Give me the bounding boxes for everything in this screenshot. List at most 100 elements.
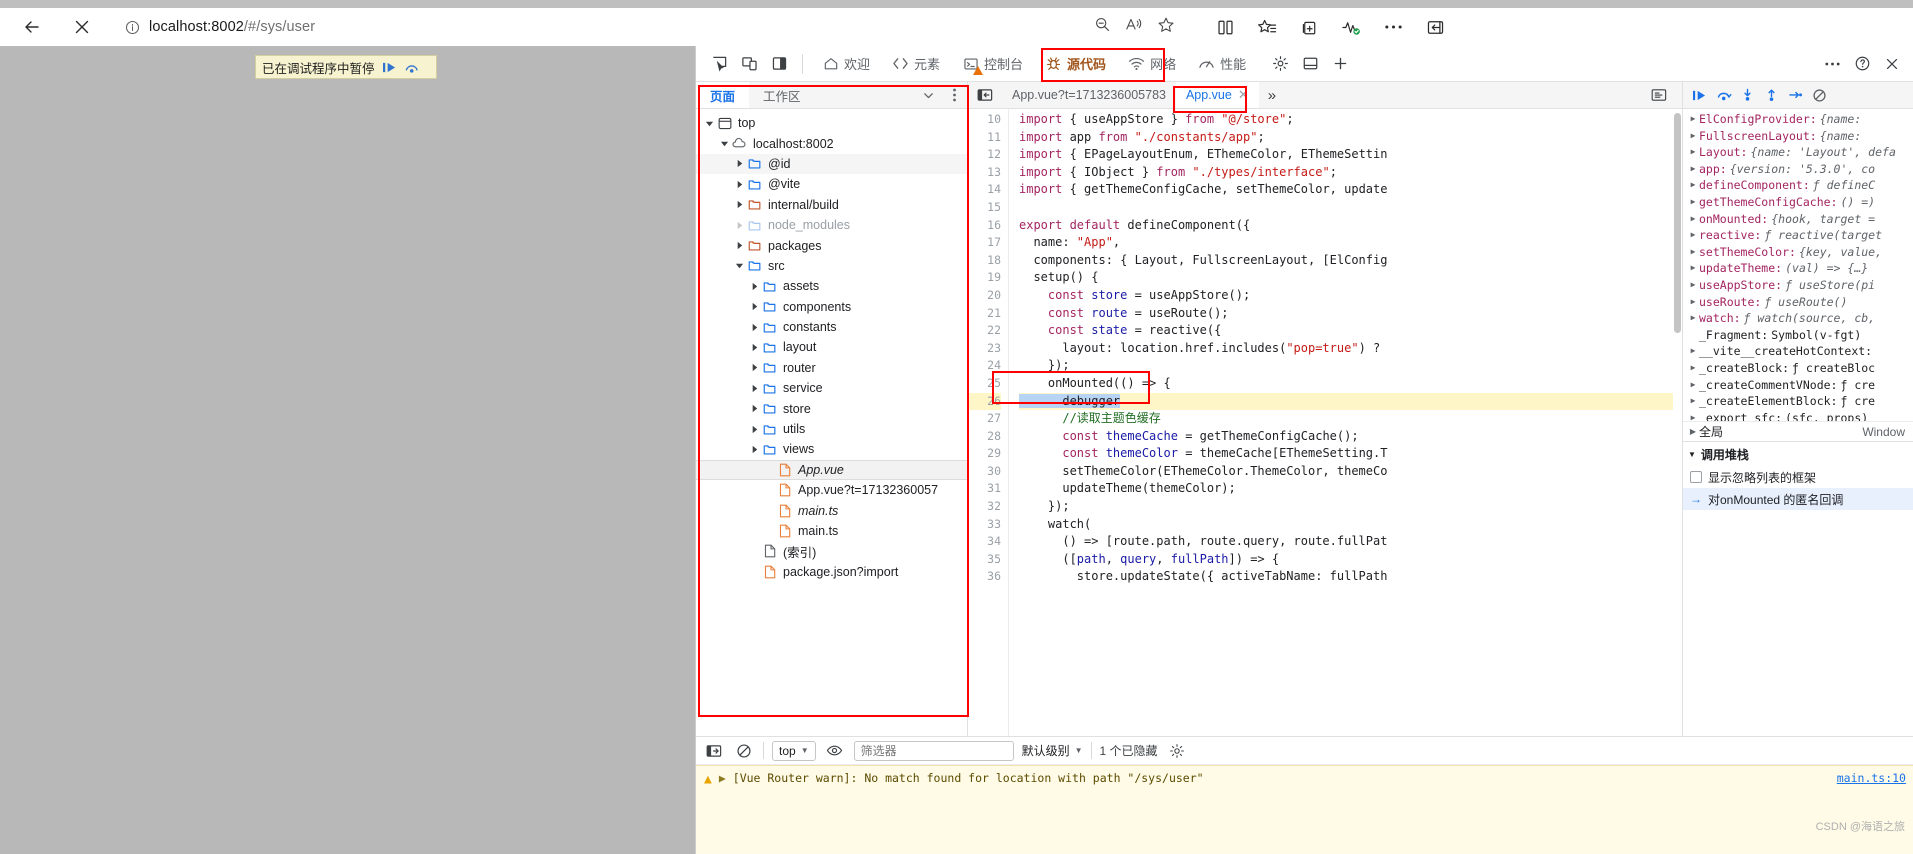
help-question-icon[interactable] bbox=[1847, 50, 1877, 78]
tree-item--vite[interactable]: @vite bbox=[696, 174, 967, 194]
line-number[interactable]: 31 bbox=[968, 480, 1001, 498]
read-aloud-icon[interactable] bbox=[1125, 16, 1143, 38]
tree-item-src[interactable]: src bbox=[696, 256, 967, 276]
code-line[interactable]: onMounted(() => { bbox=[1019, 375, 1682, 393]
scope-variable-row[interactable]: ▶ watch: ƒ watch(source, cb, bbox=[1683, 310, 1913, 327]
call-frame-row[interactable]: → 对onMounted 的匿名回调 bbox=[1683, 488, 1913, 510]
code-line[interactable]: setup() { bbox=[1019, 269, 1682, 287]
tree-item-utils[interactable]: utils bbox=[696, 419, 967, 439]
chevron-down-icon[interactable] bbox=[915, 82, 941, 108]
nav-tab-workspace[interactable]: 工作区 bbox=[749, 82, 815, 108]
chevron-right-icon[interactable]: ▶ bbox=[1687, 177, 1699, 194]
twisty-icon[interactable] bbox=[702, 119, 716, 128]
clear-console-icon[interactable] bbox=[733, 740, 755, 762]
scope-variable-row[interactable]: ▶ _createElementBlock: ƒ cre bbox=[1683, 393, 1913, 410]
code-line[interactable]: }); bbox=[1019, 357, 1682, 375]
tree-item-packages[interactable]: packages bbox=[696, 235, 967, 255]
code-line[interactable]: import { useAppStore } from "@/store"; bbox=[1019, 111, 1682, 129]
tab-performance[interactable]: 性能 bbox=[1187, 46, 1257, 82]
tree-item-assets[interactable]: assets bbox=[696, 276, 967, 296]
chevron-right-icon[interactable]: ▶ bbox=[1687, 410, 1699, 421]
line-number[interactable]: 35 bbox=[968, 551, 1001, 569]
sidebar-toggle-icon[interactable] bbox=[1424, 16, 1446, 38]
chevron-right-icon[interactable]: ▶ bbox=[1687, 111, 1699, 128]
more-options-icon[interactable] bbox=[1382, 16, 1404, 38]
format-source-icon[interactable] bbox=[1642, 88, 1676, 102]
close-devtools-icon[interactable] bbox=[1877, 50, 1907, 78]
tree-item-top[interactable]: top bbox=[696, 113, 967, 133]
line-number[interactable]: 23 bbox=[968, 340, 1001, 358]
code-line[interactable]: store.updateState({ activeTabName: fullP… bbox=[1019, 568, 1682, 586]
step-out-icon[interactable] bbox=[1761, 85, 1782, 106]
chevron-right-icon[interactable]: ▶ bbox=[1687, 310, 1699, 327]
chevron-right-icon[interactable]: ▶ bbox=[1687, 260, 1699, 277]
chevron-right-icon[interactable]: ▶ bbox=[1687, 427, 1699, 436]
chevron-right-icon[interactable]: ▶ bbox=[1687, 128, 1699, 145]
line-number[interactable]: 17 bbox=[968, 234, 1001, 252]
code-line[interactable]: import { IObject } from "./types/interfa… bbox=[1019, 164, 1682, 182]
step-over-icon[interactable] bbox=[1713, 85, 1734, 106]
line-number[interactable]: 11 bbox=[968, 129, 1001, 147]
deactivate-breakpoints-icon[interactable] bbox=[1809, 85, 1830, 106]
code-line[interactable]: setThemeColor(EThemeColor.ThemeColor, th… bbox=[1019, 463, 1682, 481]
call-stack-header[interactable]: ▼ 调用堆栈 bbox=[1683, 442, 1913, 466]
line-number[interactable]: 22 bbox=[968, 322, 1001, 340]
ignore-list-toggle[interactable]: 显示忽略列表的框架 bbox=[1683, 466, 1913, 488]
code-line[interactable]: components: { Layout, FullscreenLayout, … bbox=[1019, 252, 1682, 270]
scope-variable-row[interactable]: ▶ _export_sfc: (sfc, props) bbox=[1683, 410, 1913, 421]
file-tree[interactable]: top localhost:8002 @id @vite internal/build n… bbox=[696, 109, 967, 810]
twisty-icon[interactable] bbox=[747, 343, 761, 352]
scope-variable-row[interactable]: ▶ _createBlock: ƒ createBloc bbox=[1683, 360, 1913, 377]
code-line[interactable]: const route = useRoute(); bbox=[1019, 305, 1682, 323]
execution-context-select[interactable]: top ▼ bbox=[772, 740, 816, 761]
expand-arrow-icon[interactable]: ▶ bbox=[719, 771, 726, 785]
back-arrow-icon[interactable] bbox=[14, 12, 50, 42]
split-screen-icon[interactable] bbox=[1214, 16, 1236, 38]
scope-variable-row[interactable]: ▶ setThemeColor: {key, value, bbox=[1683, 244, 1913, 261]
code-line[interactable]: const state = reactive({ bbox=[1019, 322, 1682, 340]
star-icon[interactable] bbox=[1157, 16, 1175, 39]
line-number[interactable]: 32 bbox=[968, 498, 1001, 516]
line-number[interactable]: 33 bbox=[968, 516, 1001, 534]
favorites-list-icon[interactable] bbox=[1256, 16, 1278, 38]
line-number[interactable]: 30 bbox=[968, 463, 1001, 481]
inspect-element-icon[interactable] bbox=[704, 50, 734, 78]
code-line[interactable]: import { getThemeConfigCache, setThemeCo… bbox=[1019, 181, 1682, 199]
line-number[interactable]: 14 bbox=[968, 181, 1001, 199]
chevron-right-icon[interactable]: ▶ bbox=[1687, 194, 1699, 211]
show-console-sidebar-icon[interactable] bbox=[703, 740, 725, 762]
editor-tab-appvue[interactable]: App.vue ✕ bbox=[1175, 82, 1259, 108]
more-tabs-plus-icon[interactable] bbox=[1325, 50, 1355, 78]
line-number[interactable]: 13 bbox=[968, 164, 1001, 182]
resume-script-icon[interactable] bbox=[382, 61, 397, 74]
twisty-icon[interactable] bbox=[747, 404, 761, 413]
scope-variable-row[interactable]: ▶ FullscreenLayout: {name: bbox=[1683, 128, 1913, 145]
tab-sources[interactable]: 源代码 bbox=[1034, 46, 1117, 82]
code-line[interactable]: layout: location.href.includes("pop=true… bbox=[1019, 340, 1682, 358]
scope-variable-row[interactable]: ▶ _createCommentVNode: ƒ cre bbox=[1683, 377, 1913, 394]
twisty-icon[interactable] bbox=[717, 139, 731, 148]
checkbox-icon[interactable] bbox=[1690, 471, 1702, 483]
browser-essentials-icon[interactable] bbox=[1340, 16, 1362, 38]
code-line[interactable]: ([path, query, fullPath]) => { bbox=[1019, 551, 1682, 569]
tree-item-localhost-8002[interactable]: localhost:8002 bbox=[696, 133, 967, 153]
scope-variable-row[interactable]: ▶ Layout: {name: 'Layout', defa bbox=[1683, 144, 1913, 161]
chevron-right-icon[interactable]: ▶ bbox=[1687, 294, 1699, 311]
twisty-icon[interactable] bbox=[732, 261, 746, 270]
line-number[interactable]: 24 bbox=[968, 357, 1001, 375]
line-number[interactable]: 21 bbox=[968, 305, 1001, 323]
scope-variable-row[interactable]: ▶ useAppStore: ƒ useStore(pi bbox=[1683, 277, 1913, 294]
tab-console[interactable]: 控制台 bbox=[951, 46, 1034, 82]
code-line[interactable]: export default defineComponent({ bbox=[1019, 217, 1682, 235]
line-number[interactable]: 26 bbox=[968, 392, 1001, 411]
scroll-thumb[interactable] bbox=[1674, 113, 1681, 333]
tree-item-app-vue-t-17132360057[interactable]: App.vue?t=17132360057 bbox=[696, 480, 967, 500]
code-line[interactable] bbox=[1019, 199, 1682, 217]
code-line[interactable]: watch( bbox=[1019, 516, 1682, 534]
collections-add-icon[interactable] bbox=[1298, 16, 1320, 38]
chevron-right-icon[interactable]: ▶ bbox=[1687, 244, 1699, 261]
line-number[interactable]: 29 bbox=[968, 445, 1001, 463]
chevron-double-right-icon[interactable]: » bbox=[1259, 82, 1285, 108]
code-line[interactable]: const themeColor = themeCache[EThemeSett… bbox=[1019, 445, 1682, 463]
line-number[interactable]: 25 bbox=[968, 375, 1001, 393]
